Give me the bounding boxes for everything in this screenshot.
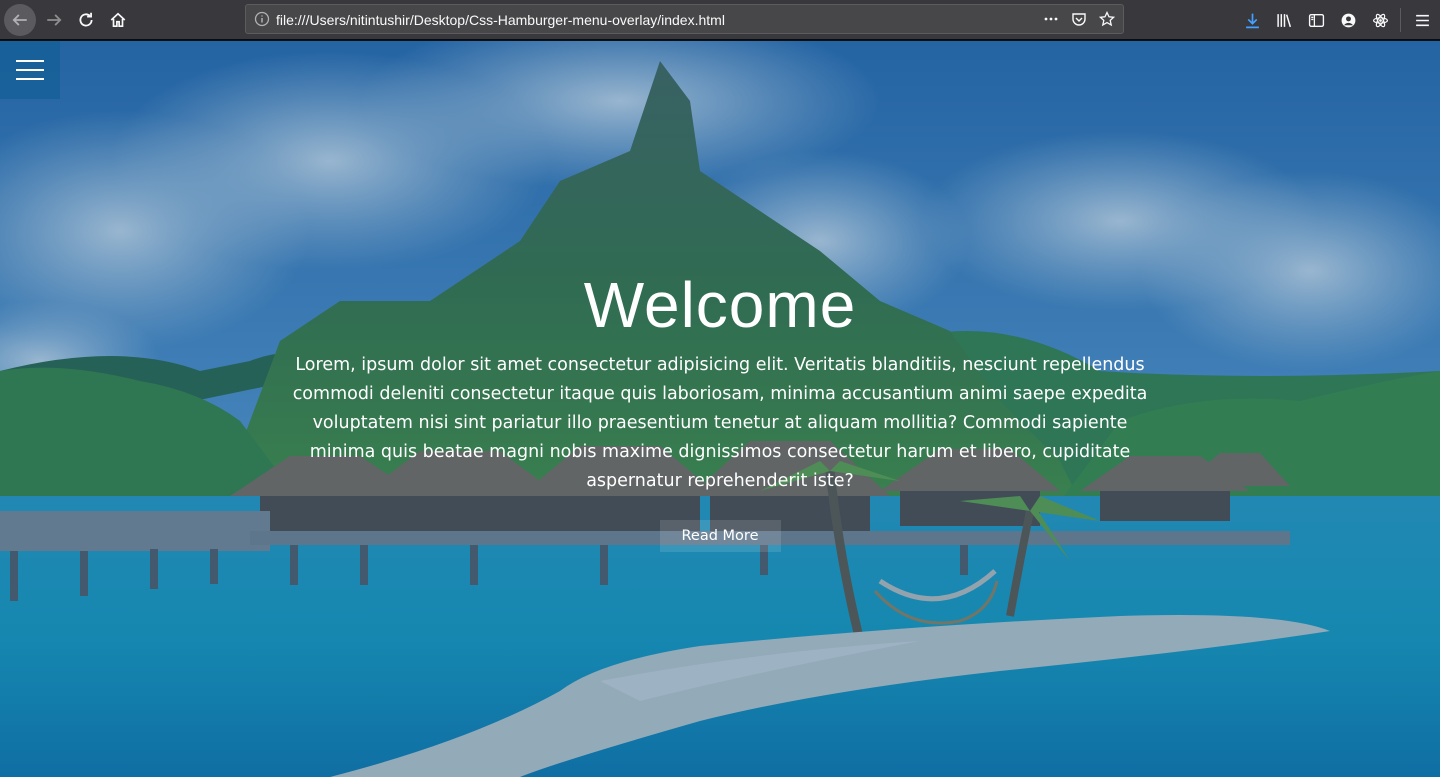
hamburger-menu-button[interactable]	[0, 41, 60, 99]
read-more-button[interactable]: Read More	[659, 520, 781, 552]
sidebar-icon[interactable]	[1304, 8, 1328, 32]
hero-paragraph: Lorem, ipsum dolor sit amet consectetur …	[292, 355, 1148, 491]
library-icon[interactable]	[1272, 8, 1296, 32]
more-actions-icon[interactable]	[1041, 10, 1061, 28]
browser-toolbar: file:///Users/nitintushir/Desktop/Css-Ha…	[0, 0, 1440, 40]
reload-icon	[79, 12, 93, 27]
account-icon[interactable]	[1336, 8, 1360, 32]
hamburger-menu-icon-bar	[16, 69, 44, 71]
download-icon[interactable]	[1240, 8, 1264, 32]
hero-section: Welcome Lorem, ipsum dolor sit amet cons…	[270, 269, 1170, 552]
home-button[interactable]	[102, 4, 134, 36]
home-icon	[110, 12, 126, 28]
app-menu-icon[interactable]	[1410, 8, 1434, 32]
forward-arrow-icon	[47, 14, 62, 26]
info-icon[interactable]	[254, 11, 270, 27]
page-viewport: Welcome Lorem, ipsum dolor sit amet cons…	[0, 41, 1440, 777]
back-arrow-icon	[12, 14, 27, 26]
url-text[interactable]: file:///Users/nitintushir/Desktop/Css-Ha…	[276, 12, 725, 28]
address-bar[interactable]: file:///Users/nitintushir/Desktop/Css-Ha…	[245, 4, 1124, 34]
toolbar-separator	[1400, 8, 1401, 32]
react-devtools-icon[interactable]	[1368, 8, 1392, 32]
hamburger-menu-icon-bar	[16, 60, 44, 62]
hero-title: Welcome	[583, 269, 857, 341]
forward-button[interactable]	[38, 4, 70, 36]
reload-button[interactable]	[70, 4, 102, 36]
hamburger-menu-icon-bar	[16, 78, 44, 80]
back-button[interactable]	[4, 4, 36, 36]
pocket-icon[interactable]	[1069, 10, 1089, 28]
bookmark-star-icon[interactable]	[1097, 10, 1117, 28]
